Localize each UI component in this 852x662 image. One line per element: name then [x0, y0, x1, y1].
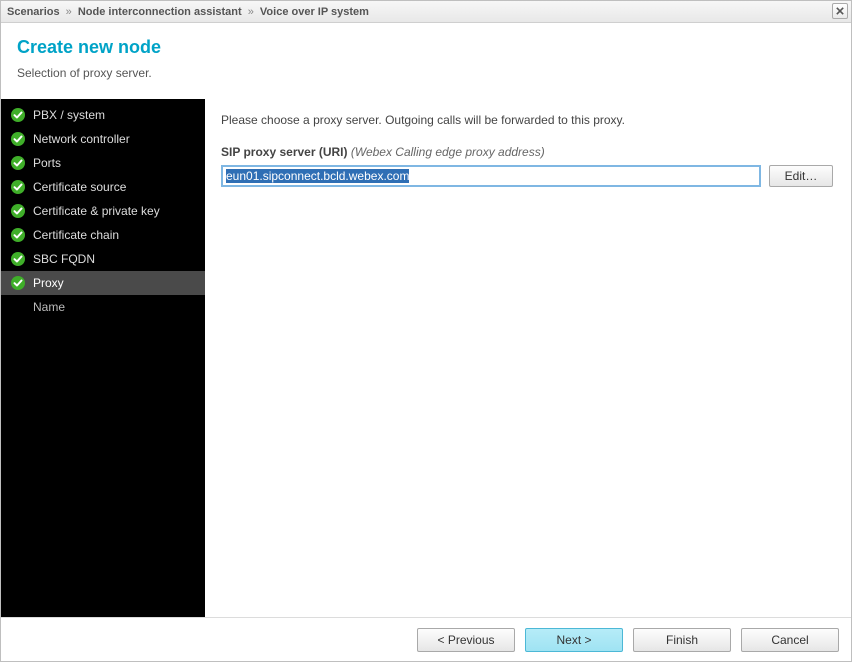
close-button[interactable] [832, 3, 848, 19]
check-circle-icon [11, 108, 25, 122]
sidebar-item-ports[interactable]: Ports [1, 151, 205, 175]
sidebar-item-certificate-source[interactable]: Certificate source [1, 175, 205, 199]
check-circle-icon [11, 156, 25, 170]
sidebar-item-label: PBX / system [33, 108, 105, 122]
sidebar-item-label: Certificate & private key [33, 204, 160, 218]
check-circle-icon [11, 252, 25, 266]
wizard-window: Scenarios » Node interconnection assista… [0, 0, 852, 662]
field-label: SIP proxy server (URI) (Webex Calling ed… [221, 145, 835, 159]
field-label-main: SIP proxy server (URI) [221, 145, 348, 159]
sidebar-item-proxy[interactable]: Proxy [1, 271, 205, 295]
breadcrumb-part: Node interconnection assistant [78, 6, 242, 18]
page-title: Create new node [17, 37, 835, 58]
check-circle-icon [11, 228, 25, 242]
field-label-hint: (Webex Calling edge proxy address) [351, 145, 545, 159]
sidebar-item-pbx-system[interactable]: PBX / system [1, 103, 205, 127]
sidebar-item-label: Name [33, 300, 65, 314]
sidebar-item-sbc-fqdn[interactable]: SBC FQDN [1, 247, 205, 271]
previous-button[interactable]: < Previous [417, 628, 515, 652]
finish-button[interactable]: Finish [633, 628, 731, 652]
breadcrumb: Scenarios » Node interconnection assista… [7, 6, 369, 18]
sidebar: PBX / system Network controller Ports Certi… [1, 99, 205, 617]
sidebar-item-label: Certificate source [33, 180, 126, 194]
edit-button[interactable]: Edit… [769, 165, 833, 187]
sidebar-item-certificate-chain[interactable]: Certificate chain [1, 223, 205, 247]
page-subtitle: Selection of proxy server. [17, 66, 835, 80]
sidebar-item-label: Certificate chain [33, 228, 119, 242]
sidebar-item-label: Network controller [33, 132, 130, 146]
sidebar-item-label: SBC FQDN [33, 252, 95, 266]
sidebar-item-certificate-private-key[interactable]: Certificate & private key [1, 199, 205, 223]
sidebar-item-label: Proxy [33, 276, 64, 290]
wizard-footer: < Previous Next > Finish Cancel [1, 617, 851, 661]
cancel-button[interactable]: Cancel [741, 628, 839, 652]
check-circle-icon [11, 180, 25, 194]
check-circle-icon [11, 132, 25, 146]
breadcrumb-part: Voice over IP system [260, 6, 369, 18]
sip-proxy-uri-input[interactable] [221, 165, 761, 187]
sidebar-item-name[interactable]: Name [1, 295, 205, 319]
close-icon [836, 7, 844, 15]
titlebar: Scenarios » Node interconnection assista… [1, 1, 851, 23]
wizard-header: Create new node Selection of proxy serve… [1, 23, 851, 99]
check-circle-icon [11, 276, 25, 290]
check-circle-icon [11, 204, 25, 218]
wizard-body: PBX / system Network controller Ports Certi… [1, 99, 851, 617]
main-panel: Please choose a proxy server. Outgoing c… [205, 99, 851, 617]
sidebar-item-label: Ports [33, 156, 61, 170]
breadcrumb-sep: » [245, 6, 257, 18]
breadcrumb-sep: » [63, 6, 75, 18]
field-row: Edit… [221, 165, 835, 187]
sidebar-item-network-controller[interactable]: Network controller [1, 127, 205, 151]
next-button[interactable]: Next > [525, 628, 623, 652]
instruction-text: Please choose a proxy server. Outgoing c… [221, 113, 835, 127]
breadcrumb-part: Scenarios [7, 6, 60, 18]
